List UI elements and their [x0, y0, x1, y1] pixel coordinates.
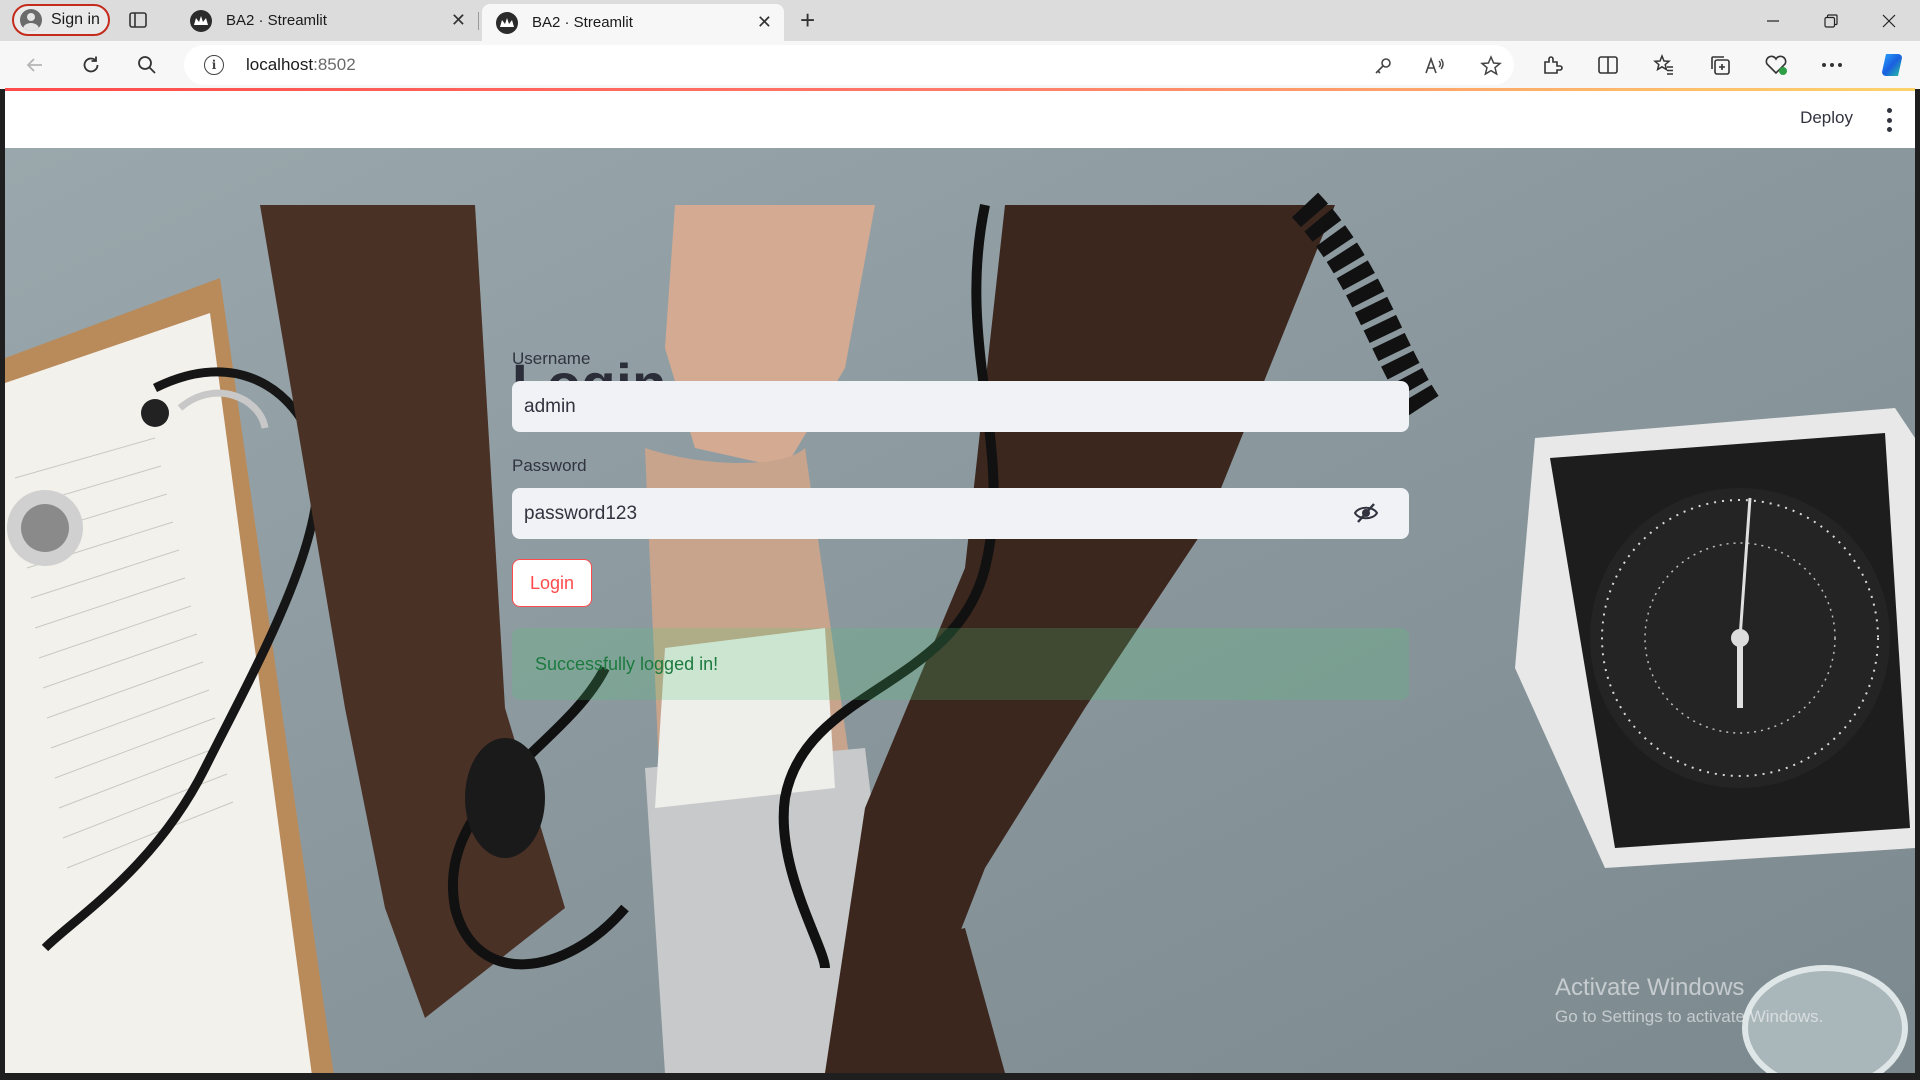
activate-windows-watermark: Activate Windows Go to Settings to activ… [1555, 974, 1823, 1027]
tab-strip: Sign in BA2 · Streamlit ✕ BA2 · Streamli… [0, 0, 1920, 41]
tab-separator [478, 12, 479, 30]
streamlit-app: Deploy Username admin Password password1… [5, 91, 1915, 1073]
search-icon[interactable] [131, 49, 163, 81]
password-label: Password [512, 456, 587, 475]
restore-icon[interactable] [1802, 0, 1860, 41]
copilot-icon[interactable] [1876, 49, 1908, 81]
address-bar[interactable]: i localhost:8502 [184, 45, 1514, 85]
streamlit-header: Deploy [5, 91, 1915, 148]
favorites-icon[interactable] [1648, 49, 1680, 81]
password-input[interactable]: password123 [512, 488, 1409, 539]
streamlit-favicon-icon [190, 9, 212, 32]
background-photo [5, 148, 1915, 1073]
close-window-icon[interactable] [1860, 0, 1918, 41]
tab-title: BA2 · Streamlit [532, 14, 633, 31]
site-info-icon[interactable]: i [204, 55, 224, 75]
bottom-edge [0, 1073, 1920, 1080]
tab-title: BA2 · Streamlit [226, 12, 327, 29]
split-screen-icon[interactable] [1592, 49, 1624, 81]
favorite-star-icon[interactable] [1480, 55, 1502, 77]
deploy-button[interactable]: Deploy [1800, 108, 1853, 128]
tab-ba2-streamlit-2[interactable]: BA2 · Streamlit ✕ [482, 4, 784, 41]
profile-sign-in-button[interactable]: Sign in [12, 4, 110, 36]
profile-avatar-icon [20, 9, 42, 31]
username-input[interactable]: admin [512, 381, 1409, 432]
login-button[interactable]: Login [512, 559, 592, 607]
tab-ba2-streamlit-1[interactable]: BA2 · Streamlit ✕ [176, 0, 478, 41]
username-value: admin [524, 395, 576, 417]
refresh-icon[interactable] [75, 49, 107, 81]
password-value: password123 [524, 502, 638, 524]
success-alert: Successfully logged in! [512, 628, 1409, 700]
minimize-icon[interactable] [1744, 0, 1802, 41]
browser-essentials-icon[interactable] [1760, 49, 1792, 81]
extensions-icon[interactable] [1536, 49, 1568, 81]
read-aloud-icon[interactable] [1424, 55, 1446, 77]
main-menu-icon[interactable] [1885, 108, 1893, 132]
collections-icon[interactable] [1704, 49, 1736, 81]
more-options-icon[interactable] [1816, 49, 1848, 81]
tab-close-icon[interactable]: ✕ [451, 10, 466, 31]
browser-toolbar: i localhost:8502 [0, 41, 1920, 89]
username-label: Username [512, 349, 591, 368]
hide-password-eye-icon[interactable] [1353, 502, 1379, 524]
back-arrow-icon[interactable] [19, 49, 51, 81]
streamlit-favicon-icon [496, 11, 518, 34]
tab-actions-icon[interactable] [128, 10, 148, 30]
address-url[interactable]: localhost:8502 [246, 55, 356, 75]
activate-windows-subtitle: Go to Settings to activate Windows. [1555, 1007, 1824, 1026]
activate-windows-title: Activate Windows [1555, 974, 1745, 1001]
tab-close-icon[interactable]: ✕ [757, 12, 772, 33]
new-tab-plus-icon[interactable]: + [800, 4, 815, 36]
profile-sign-in-label: Sign in [51, 11, 100, 28]
key-icon[interactable] [1372, 55, 1394, 77]
